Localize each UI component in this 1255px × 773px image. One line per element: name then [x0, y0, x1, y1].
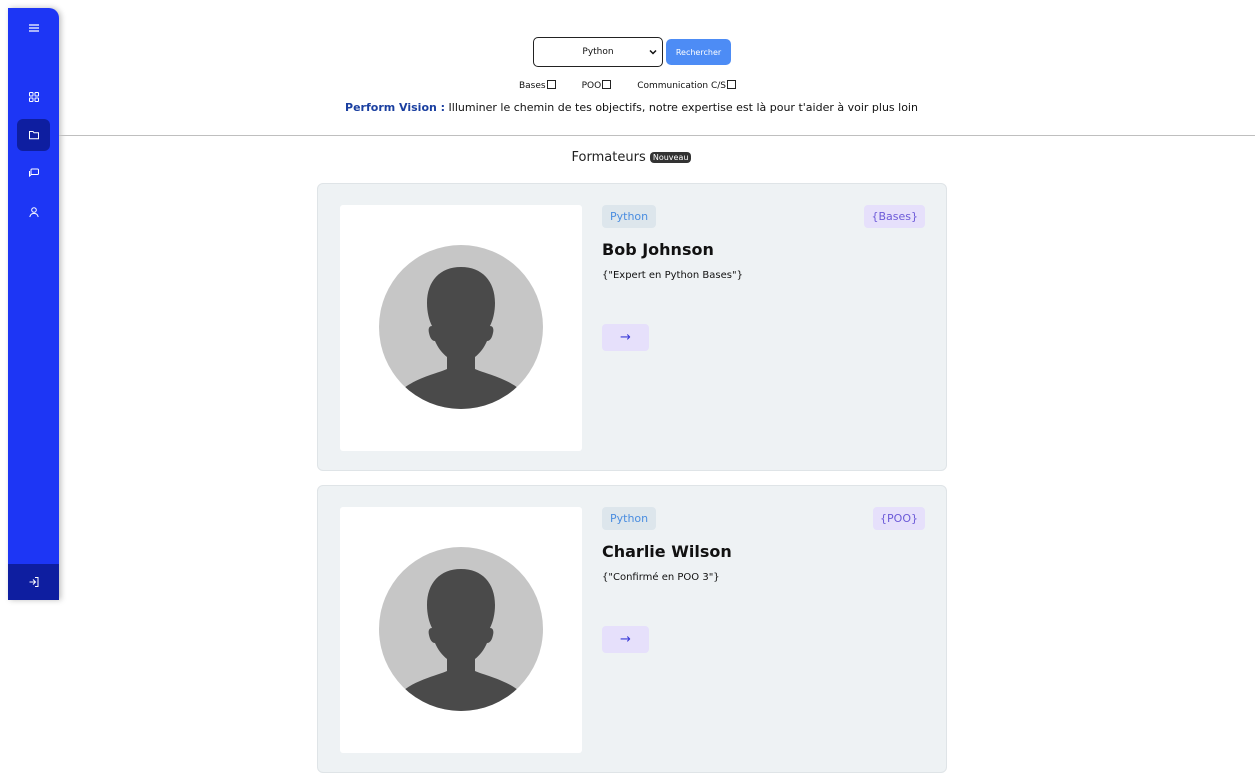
filter-bases-label: Bases	[518, 81, 546, 91]
new-badge: Nouveau	[649, 152, 692, 163]
trainer-photo	[340, 205, 582, 451]
filter-poo[interactable]: POO	[581, 79, 612, 91]
trainer-card: Python {Bases} Bob Johnson {"Expert en P…	[317, 183, 947, 471]
filter-bases-checkbox[interactable]	[546, 79, 556, 89]
filter-poo-checkbox[interactable]	[602, 79, 612, 89]
trainer-name: Bob Johnson	[602, 240, 714, 259]
user-icon	[28, 207, 39, 218]
sidebar-item-user[interactable]	[17, 196, 50, 228]
chevron-down-icon	[649, 49, 657, 55]
trainer-description: {"Confirmé en POO 3"}	[602, 572, 720, 583]
menu-toggle-button[interactable]	[17, 12, 50, 44]
sidebar-item-folder[interactable]	[17, 119, 50, 151]
view-trainer-button[interactable]: →	[602, 324, 649, 351]
logout-icon	[29, 577, 38, 587]
filter-poo-label: POO	[581, 81, 602, 91]
trainer-photo	[340, 507, 582, 753]
language-tag: Python	[602, 507, 657, 530]
sidebar	[8, 8, 59, 600]
tagline: Perform Vision : Illuminer le chemin de …	[0, 101, 1255, 114]
divider	[59, 135, 1255, 136]
arrow-right-icon: →	[620, 632, 631, 647]
level-tag: {POO}	[873, 507, 925, 530]
filter-communication-checkbox[interactable]	[727, 79, 737, 89]
search-button[interactable]: Rechercher	[666, 39, 731, 65]
chat-icon	[28, 168, 39, 178]
section-title-text: Formateurs	[571, 150, 646, 165]
filter-bases[interactable]: Bases	[518, 79, 556, 91]
tagline-text: Illuminer le chemin de tes objectifs, no…	[445, 101, 918, 114]
tagline-brand: Perform Vision :	[345, 101, 446, 114]
level-tag: {Bases}	[864, 205, 925, 228]
view-trainer-button[interactable]: →	[602, 626, 649, 653]
logout-button[interactable]	[8, 564, 59, 600]
language-select-value: Python	[582, 47, 614, 57]
trainer-card: Python {POO} Charlie Wilson {"Confirmé e…	[317, 485, 947, 773]
trainer-name: Charlie Wilson	[602, 542, 732, 561]
language-select[interactable]: Python	[533, 37, 663, 67]
filter-communication[interactable]: Communication C/S	[637, 79, 737, 91]
menu-icon	[28, 24, 39, 32]
filter-communication-label: Communication C/S	[637, 81, 727, 91]
trainer-description: {"Expert en Python Bases"}	[602, 270, 743, 281]
arrow-right-icon: →	[620, 330, 631, 345]
section-title: Formateurs Nouveau	[0, 150, 1255, 165]
search-bar: Python Rechercher	[533, 37, 731, 67]
avatar-icon	[379, 547, 543, 711]
level-filters: Bases POO Communication C/S	[0, 79, 1255, 91]
avatar-icon	[379, 245, 543, 409]
language-tag: Python	[602, 205, 657, 228]
folder-icon	[28, 131, 39, 140]
